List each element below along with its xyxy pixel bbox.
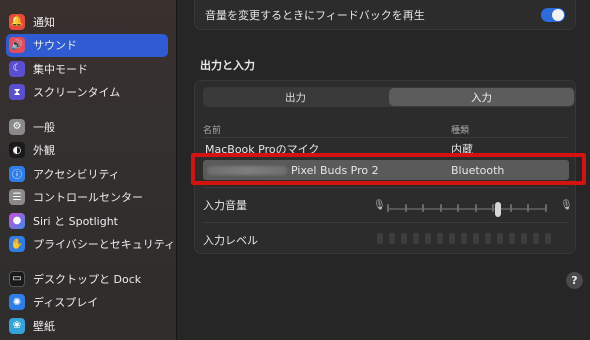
appearance-icon: ◐ (9, 142, 25, 159)
slider-tick (422, 204, 425, 212)
display-icon: ✺ (9, 294, 25, 311)
input-volume-label: 入力音量 (203, 199, 247, 212)
section-title: 出力と入力 (200, 59, 255, 72)
sidebar-item-label: 外観 (33, 144, 55, 158)
feedback-toggle[interactable] (541, 8, 565, 22)
sidebar-item-wallpaper[interactable]: ❀ 壁紙 (6, 314, 168, 338)
slider-tick (439, 204, 442, 212)
level-meter-bar (425, 233, 431, 244)
moon-icon: ☾ (9, 60, 25, 77)
slider-tick (545, 204, 547, 212)
speaker-icon: 🔊 (9, 37, 25, 54)
wallpaper-icon: ❀ (9, 317, 25, 334)
sidebar-item-label: コントロールセンター (33, 191, 143, 205)
input-level-meter (377, 233, 551, 244)
input-volume-slider[interactable] (387, 202, 547, 217)
sidebar-item-label: プライバシーとセキュリティ (33, 238, 176, 252)
sidebar-item-desktop-dock[interactable]: ▭ デスクトップと Dock (6, 267, 168, 291)
level-meter-bar (461, 233, 467, 244)
feedback-row: 音量を変更するときにフィードバックを再生 (194, 0, 576, 30)
sidebar-item-label: 集中モード (33, 62, 88, 76)
help-button[interactable]: ? (566, 272, 583, 289)
level-meter-bar (437, 233, 443, 244)
siri-icon: ● (9, 212, 25, 229)
gear-icon: ⚙ (9, 118, 25, 135)
sidebar-item-label: 壁紙 (33, 319, 55, 333)
sidebar: 🔔 通知 🔊 サウンド ☾ 集中モード ⧗ スクリーンタイム ⚙ 一般 ◐ 外観… (0, 0, 177, 340)
sidebar-item-display[interactable]: ✺ ディスプレイ (6, 291, 168, 315)
main-panel: 音量を変更するときにフィードバックを再生 出力と入力 出力 入力 名前 種類 M… (178, 0, 590, 340)
input-output-card: 出力 入力 名前 種類 MacBook Proのマイク 内蔵 Pixel Bud… (194, 80, 576, 254)
tab-input[interactable]: 入力 (389, 88, 574, 106)
sidebar-item-focus[interactable]: ☾ 集中モード (6, 57, 168, 81)
column-header-name: 名前 (203, 126, 222, 136)
sidebar-item-screen-time[interactable]: ⧗ スクリーンタイム (6, 81, 168, 105)
sidebar-item-accessibility[interactable]: ⓘ アクセシビリティ (6, 162, 168, 186)
feedback-label: 音量を変更するときにフィードバックを再生 (205, 9, 425, 22)
input-level-label: 入力レベル (203, 234, 258, 247)
sidebar-item-label: 一般 (33, 120, 55, 134)
slider-tick (509, 204, 512, 212)
level-meter-bar (377, 233, 383, 244)
sidebar-item-siri-spotlight[interactable]: ● Siri と Spotlight (6, 209, 168, 233)
slider-knob[interactable] (494, 202, 501, 217)
slider-track (387, 208, 547, 210)
output-input-segmented-control: 出力 入力 (203, 87, 575, 107)
divider (203, 137, 567, 138)
level-meter-bar (509, 233, 515, 244)
slider-tick (387, 204, 389, 212)
device-type: Bluetooth (451, 163, 505, 177)
hand-icon: ✋ (9, 236, 25, 253)
sidebar-item-notifications[interactable]: 🔔 通知 (6, 10, 168, 34)
sidebar-item-label: デスクトップと Dock (33, 272, 142, 286)
level-meter-bar (449, 233, 455, 244)
level-meter-bar (545, 233, 551, 244)
sidebar-item-label: ディスプレイ (33, 296, 99, 310)
sidebar-item-label: Siri と Spotlight (33, 214, 118, 228)
slider-tick (404, 204, 407, 212)
redacted-blur (207, 166, 287, 175)
sidebar-item-privacy-security[interactable]: ✋ プライバシーとセキュリティ (6, 233, 175, 257)
sidebar-item-general[interactable]: ⚙ 一般 (6, 115, 168, 139)
sidebar-item-label: スクリーンタイム (33, 86, 121, 100)
level-meter-bar (497, 233, 503, 244)
column-header-type: 種類 (451, 126, 470, 136)
device-name: Pixel Buds Pro 2 (291, 163, 379, 177)
divider (203, 222, 567, 223)
bell-icon: 🔔 (9, 13, 25, 30)
level-meter-bar (485, 233, 491, 244)
level-meter-bar (521, 233, 527, 244)
sidebar-item-appearance[interactable]: ◐ 外観 (6, 139, 168, 163)
sidebar-item-control-center[interactable]: ☰ コントロールセンター (6, 186, 168, 210)
level-meter-bar (473, 233, 479, 244)
divider (203, 187, 567, 188)
level-meter-bar (533, 233, 539, 244)
device-name: MacBook Proのマイク (205, 143, 320, 156)
tab-output[interactable]: 出力 (203, 87, 388, 107)
control-center-icon: ☰ (9, 189, 25, 206)
level-meter-bar (401, 233, 407, 244)
sidebar-item-label: 通知 (33, 15, 55, 29)
hourglass-icon: ⧗ (9, 84, 25, 101)
mic-high-icon: 🎙 (560, 200, 573, 211)
device-row[interactable]: MacBook Proのマイク 内蔵 (203, 139, 569, 159)
level-meter-bar (389, 233, 395, 244)
sidebar-item-sound[interactable]: 🔊 サウンド (6, 33, 168, 57)
level-meter-bar (413, 233, 419, 244)
slider-tick (457, 204, 460, 212)
sidebar-item-label: アクセシビリティ (33, 167, 120, 181)
mic-low-icon: 🎙 (373, 200, 386, 211)
dock-icon: ▭ (9, 270, 25, 287)
slider-tick (474, 204, 477, 212)
sidebar-item-label: サウンド (33, 39, 77, 53)
device-type: 内蔵 (451, 143, 473, 156)
device-row-selected[interactable]: Pixel Buds Pro 2 Bluetooth (203, 160, 569, 180)
accessibility-icon: ⓘ (9, 165, 25, 182)
